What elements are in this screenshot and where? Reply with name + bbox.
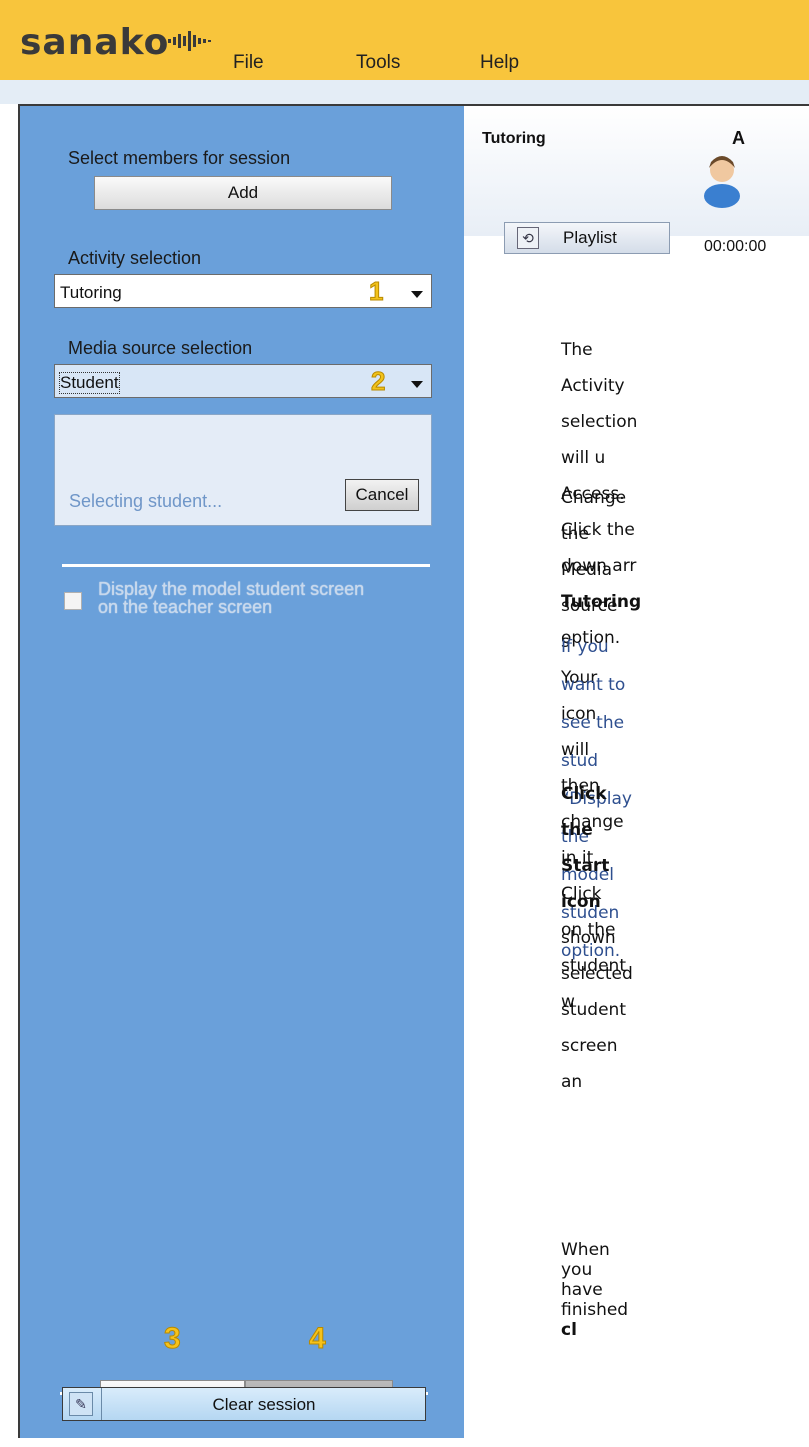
add-button[interactable]: Add: [94, 176, 392, 210]
model-student-checkbox[interactable]: [64, 592, 82, 610]
right-header: Tutoring A ⟲ Playlist 00:00:00: [464, 106, 809, 255]
p4-line2: selected student screen an: [561, 964, 633, 1092]
p3-line1: If you want to see the stud: [561, 637, 626, 771]
instruction-paragraph-4: Click the Start icon shown selected stud…: [561, 776, 633, 1100]
p5-text: When you have finished: [561, 1240, 629, 1320]
menu-underband: [0, 80, 809, 104]
audio-wave-icon: [168, 31, 211, 51]
chevron-down-icon[interactable]: [411, 291, 423, 298]
menu-file[interactable]: File: [233, 52, 264, 74]
student-avatar-icon[interactable]: [696, 146, 748, 208]
marker-2: 2: [370, 366, 386, 397]
playlist-button[interactable]: ⟲ Playlist: [504, 222, 670, 254]
p5-bold: cl: [561, 1320, 577, 1340]
media-source-value: Student: [59, 372, 120, 394]
activity-selection-label: Activity selection: [68, 248, 202, 268]
icon-separator: [101, 1388, 102, 1420]
checkbox-label-line2: on the teacher screen: [98, 597, 273, 617]
left-control-panel: Select members for session Add Activity …: [20, 106, 464, 1438]
menu-help[interactable]: Help: [480, 52, 519, 74]
playlist-label: Playlist: [563, 228, 617, 247]
model-student-checkbox-label: Display the model student screen on the …: [98, 580, 364, 616]
clear-session-button[interactable]: ✎ Clear session: [62, 1387, 426, 1421]
p4-line1: Click the Start icon shown: [561, 776, 633, 956]
clear-session-label: Clear session: [212, 1395, 316, 1414]
select-members-label: Select members for session: [68, 148, 291, 168]
activity-title: Tutoring: [482, 130, 546, 147]
activity-select-value: Tutoring: [60, 283, 122, 302]
title-bar: sanako File Tools Help: [0, 0, 809, 80]
session-timer: 00:00:00: [704, 238, 767, 255]
media-source-select[interactable]: Student 2: [54, 364, 432, 398]
p4-bold: Click the Start icon: [561, 784, 610, 912]
cancel-button[interactable]: Cancel: [345, 479, 419, 511]
p1-line1: The Activity selection will u: [561, 340, 638, 468]
app-window: Select members for session Add Activity …: [18, 104, 809, 1438]
p4-rest: shown: [561, 928, 616, 948]
menu-tools[interactable]: Tools: [356, 52, 400, 74]
playlist-icon: ⟲: [517, 227, 539, 249]
activity-select[interactable]: Tutoring 1: [54, 274, 432, 308]
selection-status-box: Selecting student... Cancel: [54, 414, 432, 526]
marker-1: 1: [368, 276, 384, 307]
media-source-label: Media source selection: [68, 338, 253, 358]
marker-4: 4: [309, 1322, 327, 1356]
status-text: Selecting student...: [69, 491, 223, 511]
chevron-down-icon[interactable]: [411, 381, 423, 388]
sanako-logo: sanako: [20, 22, 170, 63]
divider: [62, 564, 430, 567]
clear-session-icon: ✎: [69, 1392, 93, 1416]
marker-3: 3: [164, 1322, 182, 1356]
checkbox-label-line1: Display the model student screen: [98, 579, 365, 599]
instruction-paragraph-5: When you have finished cl: [561, 1240, 628, 1340]
